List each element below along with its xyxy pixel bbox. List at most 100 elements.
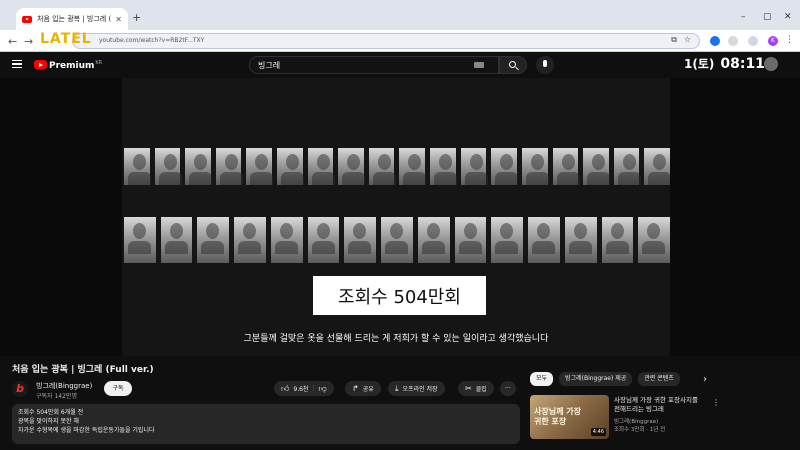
portrait-photo (564, 217, 597, 263)
portrait-photo (601, 217, 634, 263)
forward-icon[interactable]: → (24, 35, 33, 48)
portrait-photo (307, 148, 335, 185)
video-frame[interactable]: 조회수 504만회 그분들께 걸맞은 옷을 선물해 드리는 게 저희가 할 수 … (122, 78, 670, 356)
portrait-photo (215, 148, 243, 185)
maximize-button[interactable]: ▢ (763, 12, 772, 22)
filter-chip-row: 모두 빙그레(Binggrae) 제공 관련 콘텐츠 (530, 372, 680, 386)
portrait-photo (160, 217, 193, 263)
chip-channel[interactable]: 빙그레(Binggrae) 제공 (559, 372, 633, 386)
portrait-photo (124, 217, 156, 263)
portrait-photo (307, 217, 340, 263)
portrait-photo (381, 217, 413, 263)
portrait-photo (644, 148, 670, 185)
portrait-photo (368, 148, 396, 185)
browser-menu-icon[interactable]: ⋮ (785, 35, 794, 45)
tab-title: 처음 입는 광복 | 빙그레 (F (37, 15, 112, 23)
voice-search-mic-icon[interactable] (536, 56, 554, 74)
youtube-premium-logo[interactable]: PremiumKR (49, 60, 102, 71)
new-tab-button[interactable]: + (132, 11, 141, 24)
menu-icon[interactable] (12, 60, 22, 68)
description-box[interactable]: 조회수 504만회 6개월 전 광복을 맞이하지 못한 채 차가운 수형복에 생… (12, 404, 520, 444)
reading-list-icon[interactable] (728, 36, 738, 46)
download-button[interactable]: ⤓ 오프라인 저장 (388, 381, 445, 396)
clock-overlay: 1(토) 08:11 (684, 55, 765, 73)
portrait-photo (521, 148, 549, 185)
youtube-logo-icon[interactable] (34, 60, 47, 69)
recommendation-thumbnail[interactable]: 사장님께 가장 귀한 포장 4:46 (530, 395, 609, 439)
close-window-button[interactable]: ✕ (784, 12, 792, 22)
portrait-row-bottom (122, 217, 670, 263)
channel-avatar[interactable]: b (12, 381, 28, 397)
video-duration: 4:46 (590, 428, 606, 436)
description-line: 차가운 수형복에 생을 마감한 독립운동가들을 기립니다 (18, 427, 155, 434)
clip-button[interactable]: ✂ 클립 (458, 381, 494, 396)
portrait-photo (124, 148, 151, 185)
chip-related[interactable]: 관련 콘텐츠 (638, 372, 680, 386)
cast-icon[interactable]: ⧉ (671, 35, 677, 45)
chip-all[interactable]: 모두 (530, 372, 554, 386)
url-text: youtube.com/watch?v=RB2tF...TXY (99, 37, 205, 44)
portrait-photo (270, 217, 303, 263)
browser-tab[interactable]: 처음 입는 광복 | 빙그레 (F ✕ (16, 8, 128, 30)
recommendation-title[interactable]: 사장님께 가장 귀한 포장사지를 전해드리는 빙그레 (614, 396, 704, 414)
search-input[interactable]: 빙그레 (249, 56, 499, 74)
portrait-photo (430, 148, 457, 185)
scissors-icon: ✂ (465, 384, 472, 393)
portrait-photo (454, 217, 487, 263)
subscribe-button[interactable]: 구독 (104, 381, 132, 396)
portrait-photo (552, 148, 580, 185)
extension-icon[interactable] (710, 36, 720, 46)
like-count: 9.6천 (293, 386, 309, 393)
recommendation-channel[interactable]: 빙그레(Binggrae) (614, 417, 658, 425)
more-actions-button[interactable]: ··· (500, 381, 516, 396)
search-button[interactable] (499, 56, 527, 74)
channel-name[interactable]: 빙그레(Binggrae) (36, 381, 92, 391)
more-vertical-icon[interactable]: ⋮ (712, 398, 720, 407)
download-label: 오프라인 저장 (402, 386, 438, 393)
portrait-photo (344, 217, 377, 263)
tab-close-icon[interactable]: ✕ (115, 15, 122, 24)
bookmark-star-icon[interactable]: ☆ (684, 35, 691, 44)
portrait-photo (417, 217, 450, 263)
like-button[interactable]: 👍︎ 9.6천 | 👎︎ (274, 381, 334, 396)
watermark-logo: LATEL (40, 31, 92, 47)
portrait-photo (460, 148, 488, 185)
address-bar-row: ← → youtube.com/watch?v=RB2tF...TXY ⧉ ☆ (0, 30, 800, 52)
portrait-photo (583, 148, 610, 185)
thumbs-down-icon[interactable]: 👎︎ (318, 384, 326, 394)
share-label: 공유 (362, 386, 374, 393)
description-line: 광복을 맞이하지 못한 채 (18, 418, 79, 425)
chevron-right-icon[interactable]: › (703, 374, 707, 385)
share-button[interactable]: ↱ 공유 (345, 381, 381, 396)
download-icon: ⤓ (395, 383, 399, 393)
portrait-row-top (122, 148, 670, 185)
subscriber-count: 구독자 142만명 (36, 393, 77, 400)
view-count-card: 조회수 504만회 (313, 276, 486, 315)
back-icon[interactable]: ← (8, 35, 17, 48)
video-subtitle: 그분들께 걸맞은 옷을 선물해 드리는 게 저희가 할 수 있는 일이라고 생각… (243, 334, 549, 344)
like-divider: | (312, 385, 315, 392)
browser-tab-strip: 처음 입는 광복 | 빙그레 (F ✕ + – ▢ ✕ (0, 0, 800, 30)
portrait-photo (154, 148, 182, 185)
portrait-photo (234, 217, 266, 263)
search-icon (509, 61, 516, 68)
clip-label: 클립 (475, 386, 487, 393)
portrait-photo (491, 217, 524, 263)
side-panel-icon[interactable] (748, 36, 758, 46)
portrait-photo (638, 217, 670, 263)
portrait-photo (185, 148, 212, 185)
portrait-photo (528, 217, 560, 263)
thumbs-up-icon: 👍︎ (281, 383, 290, 393)
portrait-photo (277, 148, 304, 185)
keyboard-icon[interactable] (474, 62, 484, 68)
minimize-button[interactable]: – (741, 12, 746, 22)
portrait-photo (338, 148, 365, 185)
youtube-favicon-icon (22, 15, 32, 23)
address-bar[interactable]: youtube.com/watch?v=RB2tF...TXY ⧉ ☆ (72, 33, 700, 49)
clock-time: 08:11 (720, 56, 765, 72)
share-icon: ↱ (352, 384, 359, 393)
thumbnail-text: 사장님께 가장 귀한 포장 (534, 407, 581, 426)
video-player[interactable]: 조회수 504만회 그분들께 걸맞은 옷을 선물해 드리는 게 저희가 할 수 … (0, 78, 800, 356)
account-avatar[interactable] (764, 57, 778, 71)
profile-avatar[interactable]: K (768, 36, 778, 46)
